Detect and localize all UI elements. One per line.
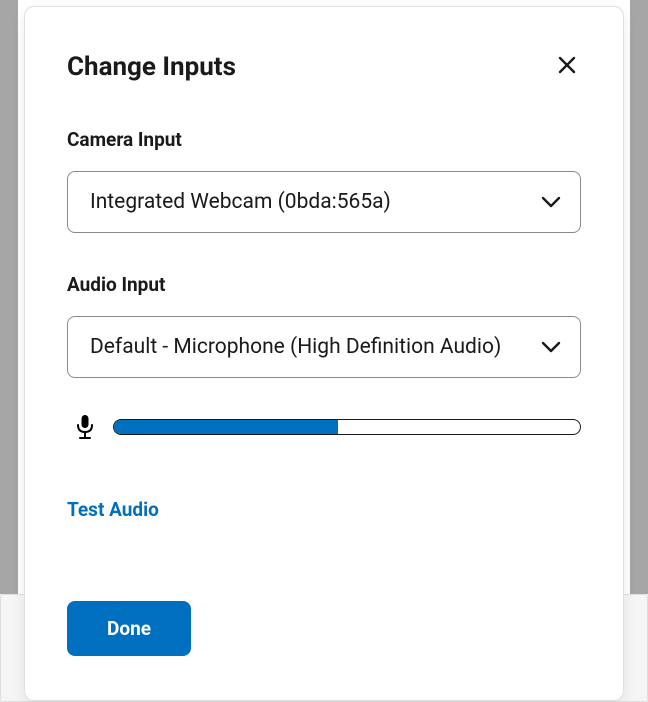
modal-header: Change Inputs (67, 51, 581, 82)
audio-select-value: Default - Microphone (High Definition Au… (90, 335, 501, 359)
test-audio-button[interactable]: Test Audio (67, 498, 159, 521)
backdrop-right (630, 0, 648, 594)
close-icon (557, 55, 577, 78)
audio-input-label: Audio Input (67, 273, 581, 296)
audio-select[interactable]: Default - Microphone (High Definition Au… (67, 316, 581, 378)
audio-level-fill (114, 420, 338, 434)
backdrop-left (0, 0, 18, 594)
camera-input-label: Camera Input (67, 128, 581, 151)
audio-level-track (113, 419, 581, 435)
modal-title: Change Inputs (67, 52, 236, 82)
audio-select-wrapper: Default - Microphone (High Definition Au… (67, 316, 581, 378)
close-button[interactable] (553, 51, 581, 82)
done-button[interactable]: Done (67, 601, 191, 656)
camera-select-value: Integrated Webcam (0bda:565a) (90, 190, 391, 214)
camera-select-wrapper: Integrated Webcam (0bda:565a) (67, 171, 581, 233)
microphone-icon (75, 414, 95, 440)
camera-select[interactable]: Integrated Webcam (0bda:565a) (67, 171, 581, 233)
change-inputs-modal: Change Inputs Camera Input Integrated We… (24, 6, 624, 701)
audio-level-meter (67, 414, 581, 440)
